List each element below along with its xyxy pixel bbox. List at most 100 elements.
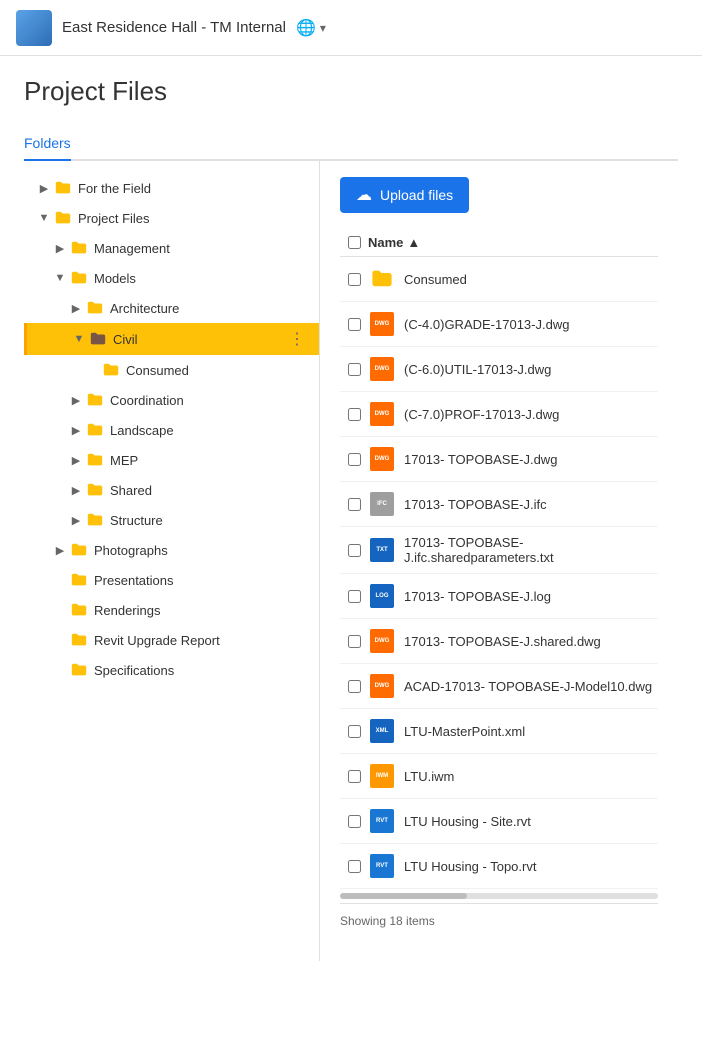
file7-checkbox-input[interactable] [348, 590, 361, 603]
upload-files-button[interactable]: ☁ Upload files [340, 177, 469, 213]
file1-name: (C-4.0)GRADE-17013-J.dwg [404, 317, 658, 332]
management-label: Management [94, 241, 307, 256]
globe-icon[interactable]: 🌐 [296, 18, 316, 38]
file9-checkbox[interactable] [340, 680, 368, 693]
table-row[interactable]: Consumed [340, 257, 658, 302]
shared-folder-icon [86, 481, 104, 499]
table-row[interactable]: DWG(C-6.0)UTIL-17013-J.dwg [340, 347, 658, 392]
sidebar-item-mep[interactable]: MEP [24, 445, 319, 475]
consumed-folder-name: Consumed [404, 272, 658, 287]
file10-checkbox[interactable] [340, 725, 368, 738]
file4-name: 17013- TOPOBASE-J.dwg [404, 452, 658, 467]
file4-checkbox[interactable] [340, 453, 368, 466]
models-chevron [52, 270, 68, 286]
select-all-input[interactable] [348, 236, 361, 249]
civil-more-icon[interactable]: ⋮ [287, 329, 307, 349]
sidebar-item-models[interactable]: Models [24, 263, 319, 293]
sidebar-item-consumed[interactable]: Consumed [24, 355, 319, 385]
scrollbar[interactable] [340, 893, 658, 899]
file11-checkbox-input[interactable] [348, 770, 361, 783]
file4-checkbox-input[interactable] [348, 453, 361, 466]
file3-checkbox[interactable] [340, 408, 368, 421]
scrollbar-thumb[interactable] [340, 893, 467, 899]
select-all-checkbox[interactable] [340, 236, 368, 249]
table-row[interactable]: DWG17013- TOPOBASE-J.dwg [340, 437, 658, 482]
file12-checkbox[interactable] [340, 815, 368, 828]
file3-checkbox-input[interactable] [348, 408, 361, 421]
file6-name: 17013- TOPOBASE-J.ifc.sharedparameters.t… [404, 535, 658, 565]
file9-name: ACAD-17013- TOPOBASE-J-Model10.dwg [404, 679, 658, 694]
table-row[interactable]: LOG17013- TOPOBASE-J.log [340, 574, 658, 619]
architecture-folder-icon [86, 299, 104, 317]
table-row[interactable]: DWG(C-4.0)GRADE-17013-J.dwg [340, 302, 658, 347]
table-row[interactable]: TXT17013- TOPOBASE-J.ifc.sharedparameter… [340, 527, 658, 574]
file13-checkbox[interactable] [340, 860, 368, 873]
file-table-header: Name ▲ [340, 229, 658, 257]
photographs-chevron [52, 542, 68, 558]
table-row[interactable]: RVTLTU Housing - Site.rvt [340, 799, 658, 844]
file8-checkbox[interactable] [340, 635, 368, 648]
sidebar-item-revit-upgrade-report[interactable]: Revit Upgrade Report [24, 625, 319, 655]
sidebar-item-for-the-field[interactable]: For the Field [24, 173, 319, 203]
table-row[interactable]: DWG(C-7.0)PROF-17013-J.dwg [340, 392, 658, 437]
file5-checkbox-input[interactable] [348, 498, 361, 511]
page-content: Project Files Folders For the Field Proj… [0, 56, 702, 981]
project-files-label: Project Files [78, 211, 307, 226]
header-dropdown-icon[interactable]: ▾ [320, 21, 326, 35]
sidebar-item-renderings[interactable]: Renderings [24, 595, 319, 625]
sidebar-item-coordination[interactable]: Coordination [24, 385, 319, 415]
sidebar-item-civil[interactable]: Civil⋮ [24, 323, 319, 355]
sidebar-item-management[interactable]: Management [24, 233, 319, 263]
file10-icon: XML [368, 717, 396, 745]
file9-checkbox-input[interactable] [348, 680, 361, 693]
sidebar-item-structure[interactable]: Structure [24, 505, 319, 535]
sidebar-item-specifications[interactable]: Specifications [24, 655, 319, 685]
file8-checkbox-input[interactable] [348, 635, 361, 648]
file13-icon: RVT [368, 852, 396, 880]
table-row[interactable]: IWMLTU.iwm [340, 754, 658, 799]
renderings-folder-icon [70, 601, 88, 619]
mep-label: MEP [110, 453, 307, 468]
sidebar-item-photographs[interactable]: Photographs [24, 535, 319, 565]
tab-folders[interactable]: Folders [24, 127, 71, 161]
table-row[interactable]: RVTLTU Housing - Topo.rvt [340, 844, 658, 889]
file1-checkbox-input[interactable] [348, 318, 361, 331]
sidebar-item-project-files[interactable]: Project Files [24, 203, 319, 233]
management-folder-icon [70, 239, 88, 257]
tabs-bar: Folders [24, 127, 678, 161]
specifications-folder-icon [70, 661, 88, 679]
file5-checkbox[interactable] [340, 498, 368, 511]
file2-checkbox-input[interactable] [348, 363, 361, 376]
file7-checkbox[interactable] [340, 590, 368, 603]
file10-checkbox-input[interactable] [348, 725, 361, 738]
file6-checkbox[interactable] [340, 544, 368, 557]
landscape-label: Landscape [110, 423, 307, 438]
file11-checkbox[interactable] [340, 770, 368, 783]
sidebar-item-architecture[interactable]: Architecture [24, 293, 319, 323]
revit-upgrade-report-label: Revit Upgrade Report [94, 633, 307, 648]
table-row[interactable]: DWG17013- TOPOBASE-J.shared.dwg [340, 619, 658, 664]
sidebar-item-presentations[interactable]: Presentations [24, 565, 319, 595]
mep-chevron [68, 452, 84, 468]
file12-checkbox-input[interactable] [348, 815, 361, 828]
name-column-header[interactable]: Name ▲ [368, 235, 420, 250]
file5-icon: IFC [368, 490, 396, 518]
civil-label: Civil [113, 332, 287, 347]
structure-label: Structure [110, 513, 307, 528]
table-row[interactable]: DWGACAD-17013- TOPOBASE-J-Model10.dwg [340, 664, 658, 709]
file6-checkbox-input[interactable] [348, 544, 361, 557]
consumed-folder-checkbox[interactable] [340, 273, 368, 286]
sidebar-item-landscape[interactable]: Landscape [24, 415, 319, 445]
table-row[interactable]: XMLLTU-MasterPoint.xml [340, 709, 658, 754]
models-folder-icon [70, 269, 88, 287]
sidebar-item-shared[interactable]: Shared [24, 475, 319, 505]
consumed-folder-checkbox-input[interactable] [348, 273, 361, 286]
file2-checkbox[interactable] [340, 363, 368, 376]
presentations-label: Presentations [94, 573, 307, 588]
file8-name: 17013- TOPOBASE-J.shared.dwg [404, 634, 658, 649]
file3-name: (C-7.0)PROF-17013-J.dwg [404, 407, 658, 422]
status-bar: Showing 18 items [340, 903, 658, 938]
file1-checkbox[interactable] [340, 318, 368, 331]
file13-checkbox-input[interactable] [348, 860, 361, 873]
table-row[interactable]: IFC17013- TOPOBASE-J.ifc [340, 482, 658, 527]
